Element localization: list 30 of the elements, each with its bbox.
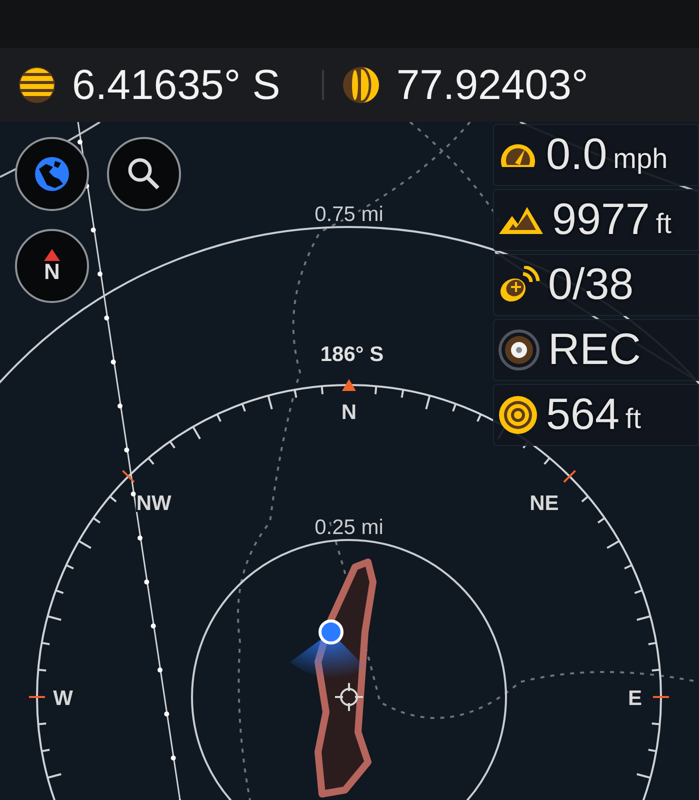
satellite-dish-icon xyxy=(498,266,540,304)
location-dot xyxy=(318,620,344,644)
range-label: 0.75 mi xyxy=(314,203,384,226)
direction-label: N xyxy=(341,401,357,424)
longitude-icon xyxy=(342,66,380,104)
direction-label: E xyxy=(628,687,642,710)
heading-marker xyxy=(342,379,356,391)
heading-label: 186° S xyxy=(320,343,384,366)
stat-value: 0/38 xyxy=(548,260,634,310)
latitude-value: 6.41635° S xyxy=(72,61,280,109)
stat-unit: ft xyxy=(656,208,672,240)
stat-unit: mph xyxy=(613,143,668,175)
search-icon xyxy=(127,157,161,191)
direction-label: NW xyxy=(136,492,172,515)
latitude-icon xyxy=(18,66,56,104)
stat-value: REC xyxy=(548,325,641,375)
target-icon xyxy=(498,395,538,435)
range-label: 0.25 mi xyxy=(314,516,384,539)
north-arrow-icon xyxy=(44,249,60,261)
north-up-button[interactable]: N xyxy=(15,229,89,303)
stat-value: 9977 xyxy=(552,195,650,245)
record-icon xyxy=(498,329,540,371)
longitude-value: 77.92403° xyxy=(396,61,588,109)
direction-label: W xyxy=(53,687,73,710)
crosshair-icon xyxy=(334,682,364,712)
direction-label: NE xyxy=(530,492,559,515)
stat-unit: ft xyxy=(625,403,641,435)
globe-icon xyxy=(33,155,71,193)
stat-value: 0.0 xyxy=(546,130,608,180)
stat-value: 564 xyxy=(546,390,620,440)
